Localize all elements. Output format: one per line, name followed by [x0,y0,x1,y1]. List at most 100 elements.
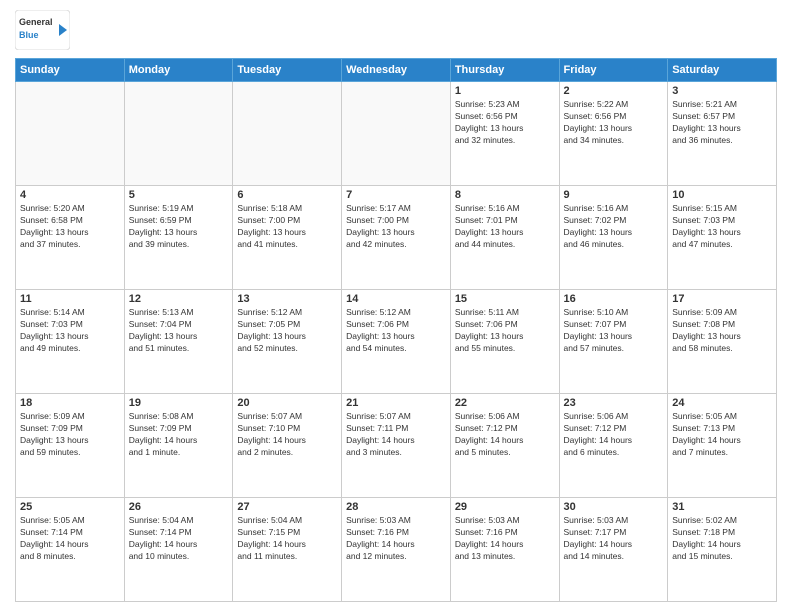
calendar-day-header: Friday [559,59,668,82]
day-number: 29 [455,501,555,513]
calendar-cell: 7 Sunrise: 5:17 AMSunset: 7:00 PMDaylight… [342,186,451,290]
calendar-cell: 4Sunrise: 5:20 AMSunset: 6:58 PMDaylight… [16,186,125,290]
day-number: 4 [20,189,120,201]
calendar-cell: 14 Sunrise: 5:12 AMSunset: 7:06 PMDayligh… [342,290,451,394]
day-number: 11 [20,293,120,305]
day-info: Sunrise: 5:05 AMSunset: 7:14 PMDaylight:… [20,515,120,563]
day-info: Sunrise: 5:03 AMSunset: 7:16 PMDaylight:… [346,515,446,563]
calendar-cell [124,82,233,186]
calendar-cell: 17 Sunrise: 5:09 AMSunset: 7:08 PMDayligh… [668,290,777,394]
day-number: 31 [672,501,772,513]
day-number: 12 [129,293,229,305]
day-info: Sunrise: 5:19 AMSunset: 6:59 PMDaylight:… [129,203,229,251]
day-info: Sunrise: 5:06 AMSunset: 7:12 PMDaylight:… [564,411,664,459]
day-number: 6 [237,189,337,201]
day-number: 13 [237,293,337,305]
day-number: 9 [564,189,664,201]
calendar-cell [342,82,451,186]
calendar-cell: 6 Sunrise: 5:18 AMSunset: 7:00 PMDaylight… [233,186,342,290]
day-number: 25 [20,501,120,513]
calendar-day-header: Wednesday [342,59,451,82]
logo-svg: General Blue [15,10,70,50]
calendar-week-row: 25 Sunrise: 5:05 AMSunset: 7:14 PMDayligh… [16,498,777,602]
day-number: 24 [672,397,772,409]
day-info: Sunrise: 5:12 AMSunset: 7:06 PMDaylight:… [346,307,446,355]
calendar-day-header: Thursday [450,59,559,82]
calendar-cell [233,82,342,186]
calendar-week-row: 4Sunrise: 5:20 AMSunset: 6:58 PMDaylight… [16,186,777,290]
day-number: 20 [237,397,337,409]
calendar-cell: 26 Sunrise: 5:04 AMSunset: 7:14 PMDayligh… [124,498,233,602]
day-info: Sunrise: 5:23 AMSunset: 6:56 PMDaylight:… [455,99,555,147]
day-info: Sunrise: 5:09 AMSunset: 7:09 PMDaylight:… [20,411,120,459]
day-info: Sunrise: 5:06 AMSunset: 7:12 PMDaylight:… [455,411,555,459]
calendar-cell: 10 Sunrise: 5:15 AMSunset: 7:03 PMDayligh… [668,186,777,290]
day-info: Sunrise: 5:17 AMSunset: 7:00 PMDaylight:… [346,203,446,251]
calendar-cell: 22 Sunrise: 5:06 AMSunset: 7:12 PMDayligh… [450,394,559,498]
day-number: 21 [346,397,446,409]
day-info: Sunrise: 5:21 AMSunset: 6:57 PMDaylight:… [672,99,772,147]
day-number: 17 [672,293,772,305]
day-info: Sunrise: 5:07 AMSunset: 7:10 PMDaylight:… [237,411,337,459]
calendar-week-row: 11Sunrise: 5:14 AMSunset: 7:03 PMDayligh… [16,290,777,394]
calendar-cell: 16 Sunrise: 5:10 AMSunset: 7:07 PMDayligh… [559,290,668,394]
day-number: 1 [455,85,555,97]
day-info: Sunrise: 5:22 AMSunset: 6:56 PMDaylight:… [564,99,664,147]
calendar-cell: 8Sunrise: 5:16 AMSunset: 7:01 PMDaylight… [450,186,559,290]
calendar-cell: 19Sunrise: 5:08 AMSunset: 7:09 PMDayligh… [124,394,233,498]
calendar-cell: 31 Sunrise: 5:02 AMSunset: 7:18 PMDayligh… [668,498,777,602]
calendar-cell: 21Sunrise: 5:07 AMSunset: 7:11 PMDayligh… [342,394,451,498]
calendar-week-row: 18 Sunrise: 5:09 AMSunset: 7:09 PMDayligh… [16,394,777,498]
calendar-cell: 3Sunrise: 5:21 AMSunset: 6:57 PMDaylight… [668,82,777,186]
day-info: Sunrise: 5:09 AMSunset: 7:08 PMDaylight:… [672,307,772,355]
calendar-cell: 2 Sunrise: 5:22 AMSunset: 6:56 PMDaylight… [559,82,668,186]
calendar-header-row: SundayMondayTuesdayWednesdayThursdayFrid… [16,59,777,82]
calendar-cell: 11Sunrise: 5:14 AMSunset: 7:03 PMDayligh… [16,290,125,394]
page: General Blue SundayMondayTuesdayWednesda… [0,0,792,612]
calendar-cell: 29Sunrise: 5:03 AMSunset: 7:16 PMDayligh… [450,498,559,602]
calendar-cell: 27 Sunrise: 5:04 AMSunset: 7:15 PMDayligh… [233,498,342,602]
day-number: 27 [237,501,337,513]
day-info: Sunrise: 5:11 AMSunset: 7:06 PMDaylight:… [455,307,555,355]
day-number: 23 [564,397,664,409]
svg-text:General: General [19,17,53,27]
day-info: Sunrise: 5:16 AMSunset: 7:02 PMDaylight:… [564,203,664,251]
calendar-cell: 12Sunrise: 5:13 AMSunset: 7:04 PMDayligh… [124,290,233,394]
day-number: 16 [564,293,664,305]
day-info: Sunrise: 5:18 AMSunset: 7:00 PMDaylight:… [237,203,337,251]
day-number: 7 [346,189,446,201]
day-number: 5 [129,189,229,201]
day-info: Sunrise: 5:15 AMSunset: 7:03 PMDaylight:… [672,203,772,251]
calendar-cell: 18 Sunrise: 5:09 AMSunset: 7:09 PMDayligh… [16,394,125,498]
day-number: 28 [346,501,446,513]
calendar-cell: 9 Sunrise: 5:16 AMSunset: 7:02 PMDaylight… [559,186,668,290]
calendar-day-header: Tuesday [233,59,342,82]
day-number: 26 [129,501,229,513]
day-info: Sunrise: 5:02 AMSunset: 7:18 PMDaylight:… [672,515,772,563]
day-number: 22 [455,397,555,409]
day-number: 18 [20,397,120,409]
day-info: Sunrise: 5:03 AMSunset: 7:17 PMDaylight:… [564,515,664,563]
header: General Blue [15,10,777,50]
calendar-cell [16,82,125,186]
calendar-cell: 5 Sunrise: 5:19 AMSunset: 6:59 PMDaylight… [124,186,233,290]
svg-text:Blue: Blue [19,30,39,40]
calendar-day-header: Saturday [668,59,777,82]
day-info: Sunrise: 5:05 AMSunset: 7:13 PMDaylight:… [672,411,772,459]
calendar-cell: 25 Sunrise: 5:05 AMSunset: 7:14 PMDayligh… [16,498,125,602]
calendar-cell: 20 Sunrise: 5:07 AMSunset: 7:10 PMDayligh… [233,394,342,498]
day-info: Sunrise: 5:04 AMSunset: 7:14 PMDaylight:… [129,515,229,563]
day-info: Sunrise: 5:08 AMSunset: 7:09 PMDaylight:… [129,411,229,459]
day-number: 8 [455,189,555,201]
calendar-cell: 23 Sunrise: 5:06 AMSunset: 7:12 PMDayligh… [559,394,668,498]
day-number: 2 [564,85,664,97]
day-info: Sunrise: 5:10 AMSunset: 7:07 PMDaylight:… [564,307,664,355]
day-number: 10 [672,189,772,201]
calendar-cell: 24 Sunrise: 5:05 AMSunset: 7:13 PMDayligh… [668,394,777,498]
calendar-cell: 15Sunrise: 5:11 AMSunset: 7:06 PMDayligh… [450,290,559,394]
logo: General Blue [15,10,70,50]
calendar-week-row: 1 Sunrise: 5:23 AMSunset: 6:56 PMDaylight… [16,82,777,186]
day-info: Sunrise: 5:04 AMSunset: 7:15 PMDaylight:… [237,515,337,563]
calendar-day-header: Sunday [16,59,125,82]
day-number: 14 [346,293,446,305]
